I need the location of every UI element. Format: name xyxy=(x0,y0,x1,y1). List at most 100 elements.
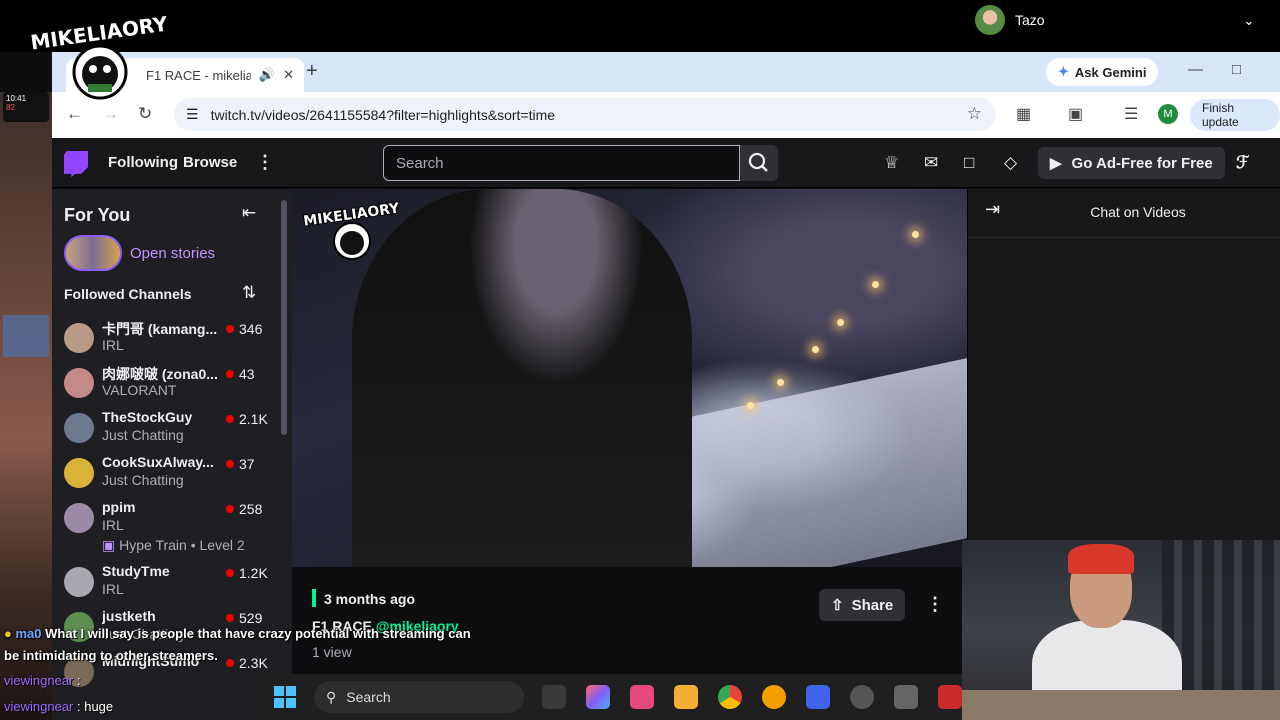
channel-avatar xyxy=(64,323,94,353)
live-dot-icon xyxy=(226,460,234,468)
picsart-icon[interactable] xyxy=(630,685,654,709)
bits-icon[interactable]: ◇ xyxy=(1004,153,1017,173)
channel-name: ppim xyxy=(102,499,136,515)
subtitle-badge-icon: ● xyxy=(4,626,12,641)
channel-avatar xyxy=(64,368,94,398)
bookmark-star-icon[interactable]: ☆ xyxy=(967,104,982,124)
lens-icon[interactable]: ▣ xyxy=(1068,104,1083,124)
overlay-chat-line: viewingnear : xyxy=(4,673,81,688)
viewer-count-text: 37 xyxy=(239,456,255,472)
channel-avatar xyxy=(64,413,94,443)
nav-browse[interactable]: Browse xyxy=(183,154,237,171)
more-menu-icon[interactable]: ⋮ xyxy=(256,152,274,173)
speaker-icon[interactable]: 🔊 xyxy=(259,67,275,83)
channel-avatar xyxy=(64,458,94,488)
new-tab-button[interactable]: + xyxy=(306,60,318,83)
forward-icon[interactable]: → xyxy=(102,104,119,124)
channel-item[interactable]: 卡門哥 (kamang... IRL 346 xyxy=(52,317,292,362)
extensions-icon[interactable]: ▦ xyxy=(1016,104,1031,124)
live-dot-icon xyxy=(226,325,234,333)
ask-gemini-button[interactable]: ✦ Ask Gemini xyxy=(1046,58,1159,86)
chevron-down-icon[interactable]: ⌄ xyxy=(1243,12,1255,29)
taskbar-search-icon: ⚲ xyxy=(326,688,337,705)
chat-title: Chat on Videos xyxy=(1090,204,1186,220)
close-tab-icon[interactable]: ✕ xyxy=(283,67,294,83)
share-button[interactable]: ⇧ Share xyxy=(819,589,906,621)
reload-icon[interactable]: ↻ xyxy=(138,104,152,124)
sort-icon[interactable]: ⇅ xyxy=(242,283,256,303)
account-avatar[interactable]: M xyxy=(1158,104,1178,124)
srt-app-icon[interactable] xyxy=(894,685,918,709)
search-icon xyxy=(748,152,768,172)
red-app-icon[interactable] xyxy=(938,685,962,709)
live-dot-icon xyxy=(226,415,234,423)
search-button[interactable] xyxy=(740,145,778,181)
whispers-icon[interactable]: □ xyxy=(964,153,974,173)
channel-item[interactable]: ppim IRL ▣ Hype Train • Level 2 258 xyxy=(52,497,292,561)
address-bar[interactable]: ☰ twitch.tv/videos/2641155584?filter=hig… xyxy=(174,98,996,131)
stream-subtitle: ● ma0 What I will say is people that hav… xyxy=(4,626,471,641)
string-light xyxy=(872,281,879,288)
share-label: Share xyxy=(851,596,894,614)
accent-bar xyxy=(312,589,316,607)
finish-update-button[interactable]: Finish update xyxy=(1190,99,1280,131)
search-input[interactable]: Search xyxy=(383,145,740,181)
weather-icon[interactable] xyxy=(762,685,786,709)
live-dot-icon xyxy=(226,505,234,513)
open-stories-button[interactable]: Open stories xyxy=(64,235,215,271)
viewer-count-text: 529 xyxy=(239,610,263,626)
obs-icon[interactable] xyxy=(850,685,874,709)
video-player[interactable]: MIKELIAORY xyxy=(292,189,967,567)
go-adfree-button[interactable]: ▶ Go Ad-Free for Free xyxy=(1038,147,1225,179)
profile-switcher[interactable]: Tazo xyxy=(975,5,1045,35)
sidebar-scrollbar[interactable] xyxy=(281,200,287,435)
channel-item[interactable]: TheStockGuy Just Chatting 2.1K xyxy=(52,407,292,452)
collapse-sidebar-icon[interactable]: ⇤ xyxy=(242,203,256,223)
taskbar-search[interactable]: ⚲ Search xyxy=(314,681,524,713)
subtitle-user: ma0 xyxy=(15,626,42,641)
browser-toolbar: ← → ↻ ☰ twitch.tv/videos/2641155584?filt… xyxy=(52,92,1280,138)
hype-train-label: Hype Train • Level 2 xyxy=(119,537,245,553)
site-info-icon[interactable]: ☰ xyxy=(186,106,199,123)
profile-avatar xyxy=(975,5,1005,35)
tab-strip: F1 RACE - mikeliaory - Twitch 🔊 ✕ + ✦ As… xyxy=(52,52,1280,92)
inbox-icon[interactable]: ✉ xyxy=(924,153,938,173)
channel-name: StudyTme xyxy=(102,563,170,579)
media-icon[interactable]: ☰ xyxy=(1124,104,1138,124)
subtitle-line-1: What I will say is people that have craz… xyxy=(45,626,471,641)
app-icon[interactable] xyxy=(806,685,830,709)
chat-divider xyxy=(968,237,1280,238)
back-icon[interactable]: ← xyxy=(66,104,83,124)
prime-crown-icon[interactable]: ♕ xyxy=(884,153,899,173)
mikeliaory-logo: MIKELIAORY xyxy=(30,14,170,100)
overlay-chat-message: : huge xyxy=(73,699,114,714)
video-more-icon[interactable]: ⋮ xyxy=(926,594,944,615)
translate-icon[interactable]: ℱ xyxy=(1236,153,1249,173)
sidebar-title: For You xyxy=(64,205,131,225)
copilot-icon[interactable] xyxy=(586,685,610,709)
nav-following[interactable]: Following xyxy=(108,154,178,171)
channel-name: 卡門哥 (kamang... xyxy=(102,321,218,337)
stories-avatars xyxy=(64,235,122,271)
chrome-icon[interactable] xyxy=(718,685,742,709)
viewer-count-text: 346 xyxy=(239,321,263,337)
viewer-count-text: 43 xyxy=(239,366,255,382)
channel-name: justketh xyxy=(102,608,156,624)
viewer-count: 346 xyxy=(226,321,262,337)
channel-item[interactable]: StudyTme IRL 1.2K xyxy=(52,561,292,606)
open-stories-label: Open stories xyxy=(130,244,216,262)
minimize-icon[interactable]: — xyxy=(1188,61,1203,78)
task-view-icon[interactable] xyxy=(542,685,566,709)
twitch-logo-icon[interactable] xyxy=(64,151,88,177)
video-age: 3 months ago xyxy=(324,591,416,607)
taskbar-search-label: Search xyxy=(346,689,391,705)
windows-start-icon[interactable] xyxy=(274,686,296,708)
subtitle-line-2: be intimidating to other streamers. xyxy=(4,648,218,663)
file-explorer-icon[interactable] xyxy=(674,685,698,709)
webcam-hat xyxy=(1068,544,1134,574)
maximize-icon[interactable]: □ xyxy=(1232,61,1241,78)
channel-item[interactable]: 肉娜啵啵 (zona0... VALORANT 43 xyxy=(52,362,292,407)
live-dot-icon xyxy=(226,370,234,378)
ad-free-icon: ▶ xyxy=(1050,155,1062,172)
channel-item[interactable]: CookSuxAlway... Just Chatting 37 xyxy=(52,452,292,497)
